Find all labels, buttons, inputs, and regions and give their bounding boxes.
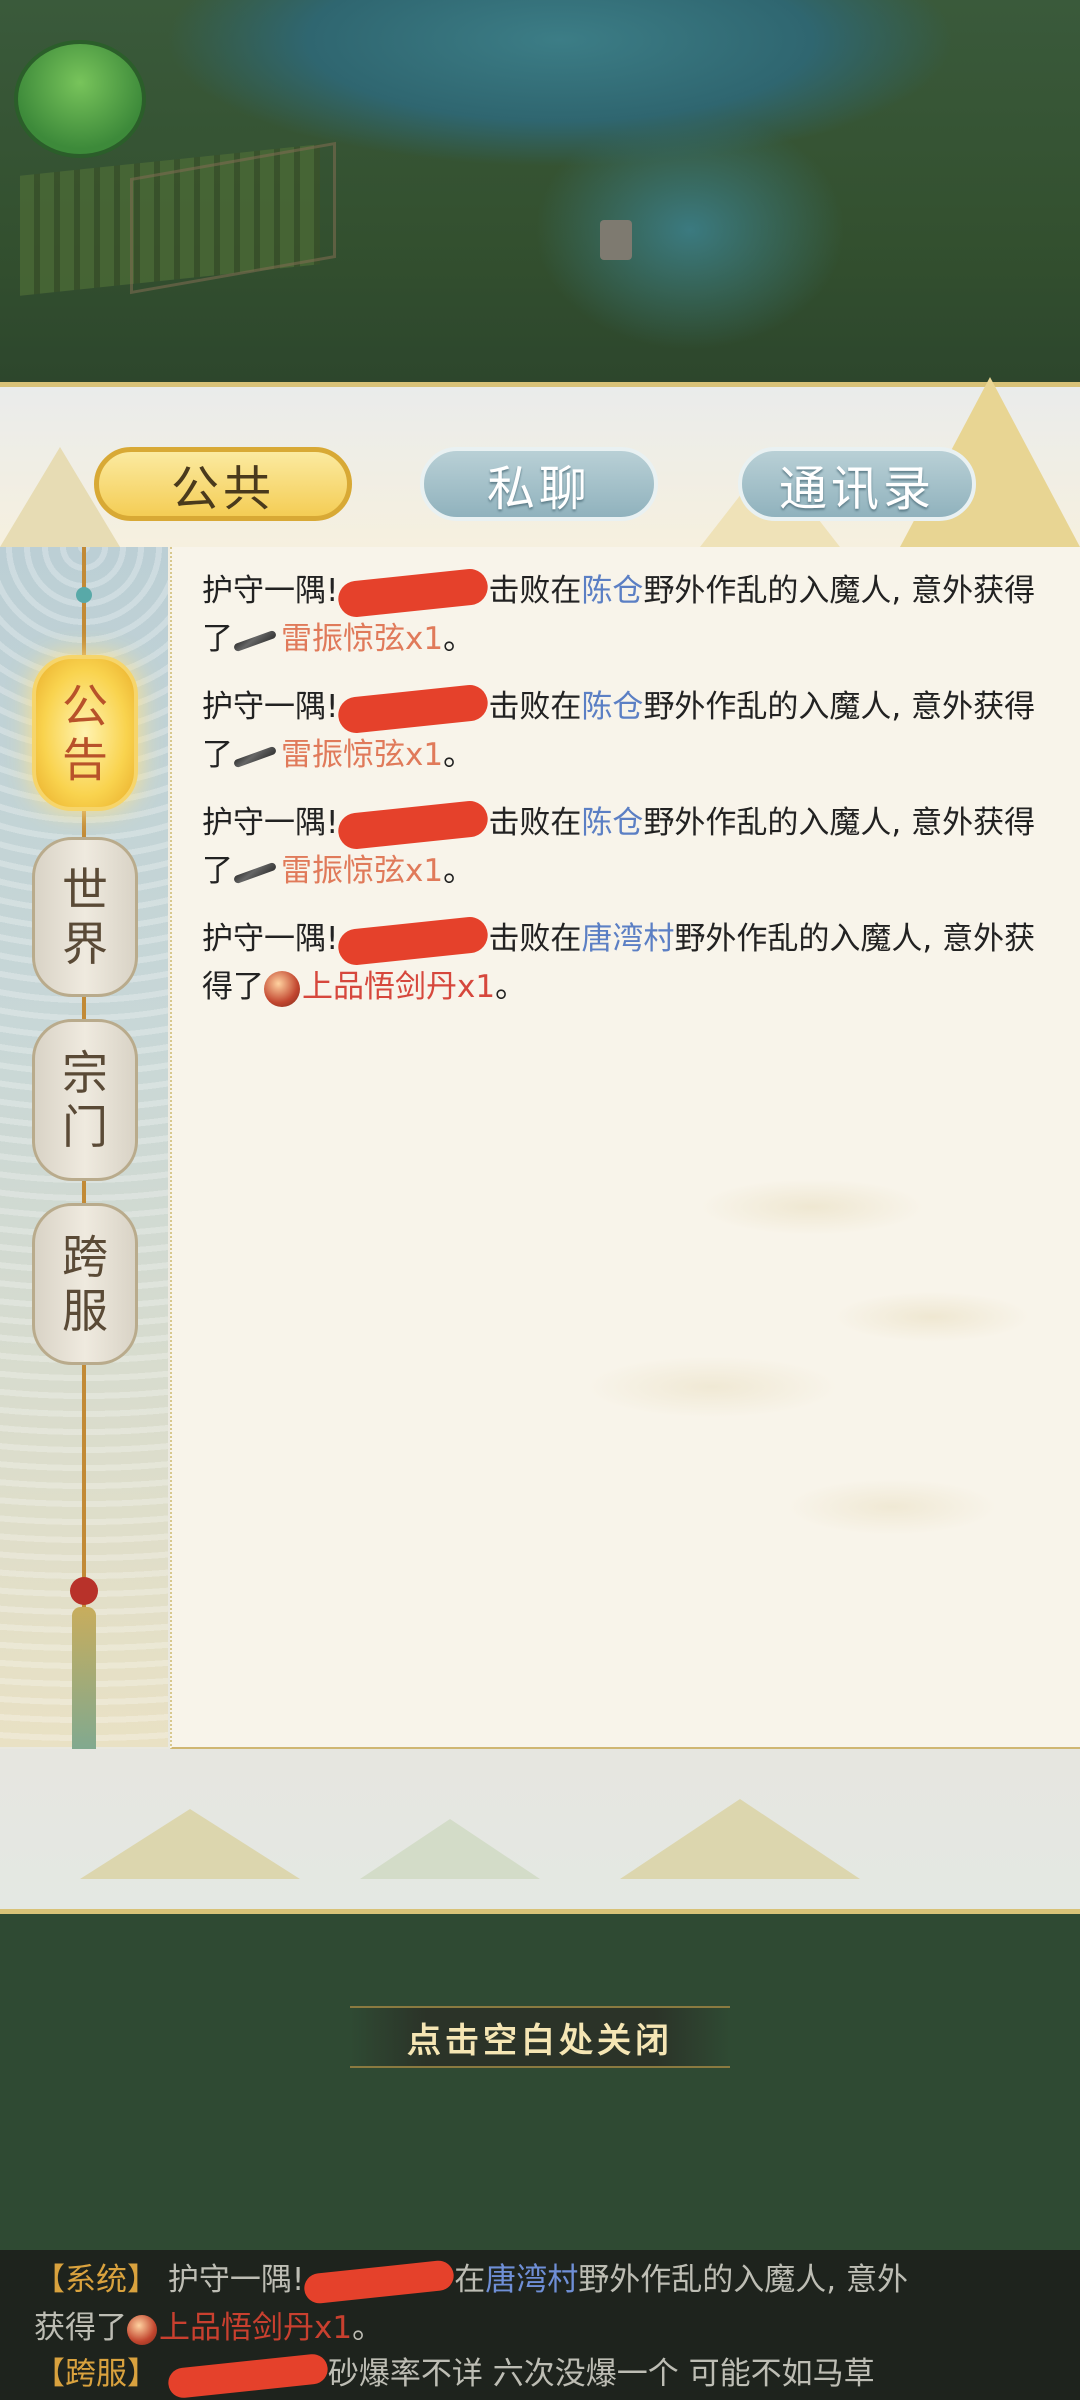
- green-badge-icon: [14, 40, 146, 158]
- message-list: 护守一隅! 击败在陈仓野外作乱的入魔人, 意外获得了 雷振惊弦x1。 护守一隅! 击败…: [170, 547, 1080, 1750]
- chat-panel: 公共 私聊 通讯录 公 告 世 界 宗 门 跨 服 护守一隅! 击败在陈仓野外作乱…: [0, 377, 1080, 1914]
- chat-line-cross: 【跨服】 砂爆率不详 六次没爆一个 可能不如马草: [34, 2350, 1054, 2399]
- location-link[interactable]: 陈仓: [581, 805, 643, 841]
- message-end: 。: [443, 853, 475, 889]
- chat-text: 砂爆率不详 六次没爆一个 可能不如马草: [327, 2356, 875, 2392]
- redacted-player-name: [336, 682, 490, 735]
- chat-line-system: 【系统】 护守一隅! 在唐湾村野外作乱的入魔人, 意外 获得了 上品悟剑丹x1。: [34, 2256, 1054, 2352]
- tab-private-label: 私聊: [486, 461, 591, 517]
- sidebar-item-world-label-1: 世: [62, 863, 108, 917]
- chat-text: 野外作乱的入魔人, 意外: [578, 2262, 909, 2298]
- sidebar-item-announce-label-2: 告: [62, 733, 108, 787]
- sidebar-item-cross-label-2: 服: [62, 1284, 108, 1338]
- weapon-icon: [232, 629, 278, 652]
- sidebar-item-world[interactable]: 世 界: [32, 837, 138, 997]
- location-link[interactable]: 唐湾村: [581, 921, 674, 957]
- list-item: 护守一隅! 击败在陈仓野外作乱的入魔人, 意外获得了 雷振惊弦x1。: [202, 682, 1062, 779]
- location-link[interactable]: 陈仓: [581, 689, 643, 725]
- message-prefix: 护守一隅!: [202, 573, 339, 609]
- item-link[interactable]: 雷振惊弦x1: [281, 621, 443, 657]
- sidebar-item-cross-label-1: 跨: [62, 1230, 108, 1284]
- message-text: 击败在: [488, 921, 582, 957]
- sidebar-item-cross-server[interactable]: 跨 服: [32, 1203, 138, 1365]
- tab-public[interactable]: 公共: [94, 447, 352, 521]
- message-text: 击败在: [488, 805, 582, 841]
- pill-icon: [127, 2314, 157, 2345]
- sidebar-item-sect-label-2: 门: [62, 1100, 108, 1154]
- item-link[interactable]: 雷振惊弦x1: [281, 853, 443, 889]
- item-link[interactable]: 雷振惊弦x1: [281, 737, 443, 773]
- panel-footer: [0, 1749, 1080, 1914]
- bead-icon: [76, 587, 92, 603]
- signpost: [600, 220, 632, 260]
- sidebar-item-world-label-2: 界: [62, 917, 108, 971]
- bamboo-watermark: [512, 1087, 1072, 1607]
- message-prefix: 护守一隅!: [202, 805, 339, 841]
- panel-header: 公共 私聊 通讯录: [0, 377, 1080, 547]
- list-item: 护守一隅! 击败在唐湾村野外作乱的入魔人, 意外获得了 上品悟剑丹x1。: [202, 914, 1062, 1011]
- item-link[interactable]: 上品悟剑丹x1: [302, 969, 495, 1005]
- tab-contacts-label: 通讯录: [778, 461, 935, 517]
- chat-text: 护守一隅!: [167, 2262, 305, 2298]
- location-link[interactable]: 陈仓: [581, 573, 643, 609]
- channel-tag: 【跨服】: [34, 2356, 158, 2392]
- weapon-icon: [232, 745, 278, 768]
- chat-preview[interactable]: 【系统】 护守一隅! 在唐湾村野外作乱的入魔人, 意外 获得了 上品悟剑丹x1。 【…: [0, 2250, 1080, 2400]
- sidebar-item-sect-label-1: 宗: [62, 1046, 108, 1100]
- close-hint-button[interactable]: 点击空白处关闭: [350, 2006, 730, 2068]
- mountain-decoration-bottom-1: [80, 1809, 300, 1879]
- message-text: 击败在: [488, 573, 582, 609]
- tab-private[interactable]: 私聊: [420, 447, 658, 521]
- redacted-player-name: [303, 2258, 456, 2305]
- chat-text: 获得了: [34, 2310, 127, 2346]
- chat-item-link[interactable]: 上品悟剑丹x1: [159, 2310, 352, 2346]
- list-item: 护守一隅! 击败在陈仓野外作乱的入魔人, 意外获得了 雷振惊弦x1。: [202, 798, 1062, 895]
- chat-text: 。: [352, 2310, 384, 2346]
- redacted-player-name: [336, 566, 490, 619]
- message-end: 。: [495, 969, 527, 1005]
- message-end: 。: [443, 737, 475, 773]
- pill-icon: [264, 970, 300, 1007]
- sidebar-item-announce-label-1: 公: [62, 679, 108, 733]
- message-end: 。: [443, 621, 475, 657]
- message-prefix: 护守一隅!: [202, 689, 339, 725]
- mountain-decoration-bottom-2: [360, 1819, 540, 1879]
- close-hint-label: 点击空白处关闭: [407, 2020, 673, 2061]
- message-prefix: 护守一隅!: [202, 921, 339, 957]
- chat-location-link[interactable]: 唐湾村: [485, 2262, 578, 2298]
- tab-contacts[interactable]: 通讯录: [738, 447, 976, 521]
- redacted-player-name: [166, 2352, 329, 2399]
- sidebar-item-announce[interactable]: 公 告: [32, 655, 138, 811]
- channel-tag: 【系统】: [34, 2262, 158, 2298]
- weapon-icon: [232, 861, 278, 884]
- chat-text: 在: [454, 2262, 486, 2298]
- redacted-player-name: [336, 914, 490, 967]
- redacted-player-name: [336, 798, 490, 851]
- tab-public-label: 公共: [170, 461, 275, 517]
- mountain-decoration-bottom-3: [620, 1799, 860, 1879]
- channel-sidebar: 公 告 世 界 宗 门 跨 服: [0, 547, 168, 1747]
- sidebar-item-sect[interactable]: 宗 门: [32, 1019, 138, 1181]
- message-text: 击败在: [488, 689, 582, 725]
- tassel-knot-icon: [70, 1577, 98, 1605]
- list-item: 护守一隅! 击败在陈仓野外作乱的入魔人, 意外获得了 雷振惊弦x1。: [202, 566, 1062, 663]
